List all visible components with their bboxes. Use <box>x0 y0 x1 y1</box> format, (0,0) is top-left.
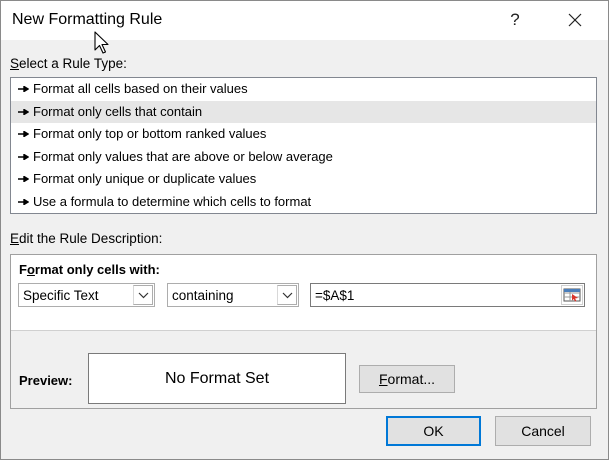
rule-type-item-unique-duplicate[interactable]: Format only unique or duplicate values <box>11 168 596 191</box>
chevron-down-icon <box>282 292 293 299</box>
new-formatting-rule-dialog: New Formatting Rule ? Select a Rule Type… <box>0 0 609 460</box>
rule-type-item-label: Format only unique or duplicate values <box>33 171 257 186</box>
rule-description-panel: Format only cells with: Specific Text co… <box>10 254 597 409</box>
rule-type-item-all-cells[interactable]: Format all cells based on their values <box>11 78 596 101</box>
condition-heading: Format only cells with: <box>19 262 160 277</box>
condition-type-dropdown-button[interactable] <box>133 285 153 305</box>
reference-value: =$A$1 <box>315 288 355 303</box>
collapse-dialog-button[interactable] <box>561 285 583 305</box>
mouse-cursor-icon <box>94 31 109 54</box>
arrow-icon <box>18 108 29 115</box>
condition-type-select[interactable]: Specific Text <box>18 283 155 307</box>
help-icon: ? <box>510 10 520 29</box>
title-bar: New Formatting Rule ? <box>1 1 608 40</box>
format-preview: No Format Set <box>88 353 346 404</box>
arrow-icon <box>18 153 29 160</box>
close-icon <box>568 13 582 27</box>
arrow-icon <box>18 131 29 137</box>
operator-dropdown-button[interactable] <box>277 285 297 305</box>
arrow-icon <box>18 198 29 205</box>
arrow-icon <box>18 176 29 182</box>
rule-type-list[interactable]: Format all cells based on their values F… <box>10 77 597 214</box>
dialog-title: New Formatting Rule <box>12 11 163 28</box>
rule-type-item-label: Format only values that are above or bel… <box>33 148 333 164</box>
rule-type-label: Select a Rule Type: <box>10 56 127 71</box>
preview-label: Preview: <box>19 373 73 388</box>
condition-area: Format only cells with: Specific Text co… <box>11 255 596 331</box>
rule-type-item-label: Format all cells based on their values <box>33 81 248 96</box>
rule-type-item-top-bottom[interactable]: Format only top or bottom ranked values <box>11 123 596 146</box>
help-button[interactable]: ? <box>501 6 529 34</box>
format-button[interactable]: Format... <box>359 365 455 393</box>
chevron-down-icon <box>138 292 149 299</box>
ok-button[interactable]: OK <box>386 416 481 446</box>
arrow-icon <box>18 86 29 92</box>
rule-type-item-label: Format only cells that contain <box>33 103 203 119</box>
rule-type-item-label: Format only top or bottom ranked values <box>33 126 267 141</box>
cancel-button[interactable]: Cancel <box>495 416 591 446</box>
rule-type-item-cells-contain[interactable]: Format only cells that contain <box>11 100 596 123</box>
range-select-icon <box>563 288 581 302</box>
rule-type-item-label: Use a formula to determine which cells t… <box>33 193 312 209</box>
condition-type-value: Specific Text <box>23 288 99 303</box>
rule-type-item-formula[interactable]: Use a formula to determine which cells t… <box>11 191 596 214</box>
operator-select[interactable]: containing <box>167 283 299 307</box>
close-button[interactable] <box>560 6 590 34</box>
operator-value: containing <box>172 288 234 303</box>
reference-input[interactable]: =$A$1 <box>310 283 585 307</box>
rule-description-label: Edit the Rule Description: <box>10 231 163 246</box>
rule-type-item-above-below-average[interactable]: Format only values that are above or bel… <box>11 146 596 169</box>
